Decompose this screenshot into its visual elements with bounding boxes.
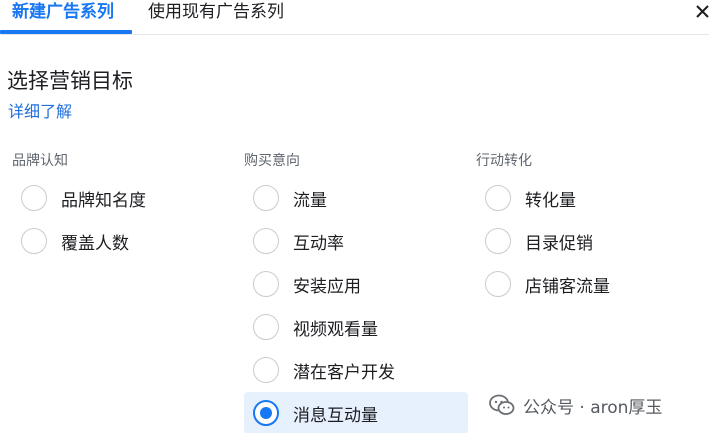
option-app-installs[interactable]: 安装应用 <box>244 263 468 305</box>
option-video-views[interactable]: 视频观看量 <box>244 306 468 348</box>
option-label: 目录促销 <box>525 233 593 254</box>
tab-bar: 新建广告系列 使用现有广告系列 <box>0 0 709 35</box>
column-brand-awareness: 品牌认知 品牌知名度 覆盖人数 <box>12 150 232 262</box>
option-brand-awareness[interactable]: 品牌知名度 <box>12 177 232 219</box>
option-conversions[interactable]: 转化量 <box>476 177 696 219</box>
radio-button[interactable] <box>21 185 47 211</box>
option-label: 流量 <box>293 190 327 211</box>
option-label: 覆盖人数 <box>61 233 129 254</box>
radio-button[interactable] <box>253 271 279 297</box>
option-traffic[interactable]: 流量 <box>244 177 468 219</box>
watermark-text: 公众号 · aron厚玉 <box>523 397 663 418</box>
tab-new-campaign[interactable]: 新建广告系列 <box>12 0 114 31</box>
radio-button[interactable] <box>253 185 279 211</box>
radio-button[interactable] <box>485 185 511 211</box>
option-label: 店铺客流量 <box>525 276 610 297</box>
option-label: 潜在客户开发 <box>293 362 395 383</box>
option-label: 消息互动量 <box>293 405 378 426</box>
watermark: 公众号 · aron厚玉 <box>489 392 662 418</box>
radio-button[interactable] <box>253 228 279 254</box>
option-engagement[interactable]: 互动率 <box>244 220 468 262</box>
radio-button[interactable] <box>485 271 511 297</box>
column-title: 品牌认知 <box>12 153 68 169</box>
objective-dialog: 新建广告系列 使用现有广告系列 选择营销目标 详细了解 品牌认知 品牌知名度 覆… <box>0 0 709 433</box>
close-icon[interactable] <box>696 1 709 23</box>
learn-more-link[interactable]: 详细了解 <box>8 98 72 122</box>
option-store-traffic[interactable]: 店铺客流量 <box>476 263 696 305</box>
column-conversion: 行动转化 转化量 目录促销 店铺客流量 <box>476 150 696 305</box>
option-label: 视频观看量 <box>293 319 378 340</box>
radio-button[interactable] <box>485 228 511 254</box>
option-reach[interactable]: 覆盖人数 <box>12 220 232 262</box>
option-lead-generation[interactable]: 潜在客户开发 <box>244 349 468 391</box>
page-title: 选择营销目标 <box>7 69 133 93</box>
option-label: 互动率 <box>293 233 344 254</box>
radio-button[interactable] <box>21 228 47 254</box>
option-label: 品牌知名度 <box>61 190 146 211</box>
wechat-icon <box>489 394 515 416</box>
radio-button[interactable] <box>253 357 279 383</box>
option-label: 安装应用 <box>293 276 361 297</box>
tab-existing-campaign[interactable]: 使用现有广告系列 <box>148 0 284 31</box>
column-consideration: 购买意向 流量 互动率 安装应用 视频观看量 潜在客户开发 消息互动量 <box>244 150 468 433</box>
radio-button-selected[interactable] <box>253 400 279 426</box>
option-catalog-sales[interactable]: 目录促销 <box>476 220 696 262</box>
column-title: 行动转化 <box>476 153 532 169</box>
radio-selected-dot <box>260 407 272 419</box>
column-title: 购买意向 <box>244 153 300 169</box>
option-messages[interactable]: 消息互动量 <box>244 392 468 433</box>
option-label: 转化量 <box>525 190 576 211</box>
active-tab-indicator <box>0 30 132 34</box>
radio-button[interactable] <box>253 314 279 340</box>
